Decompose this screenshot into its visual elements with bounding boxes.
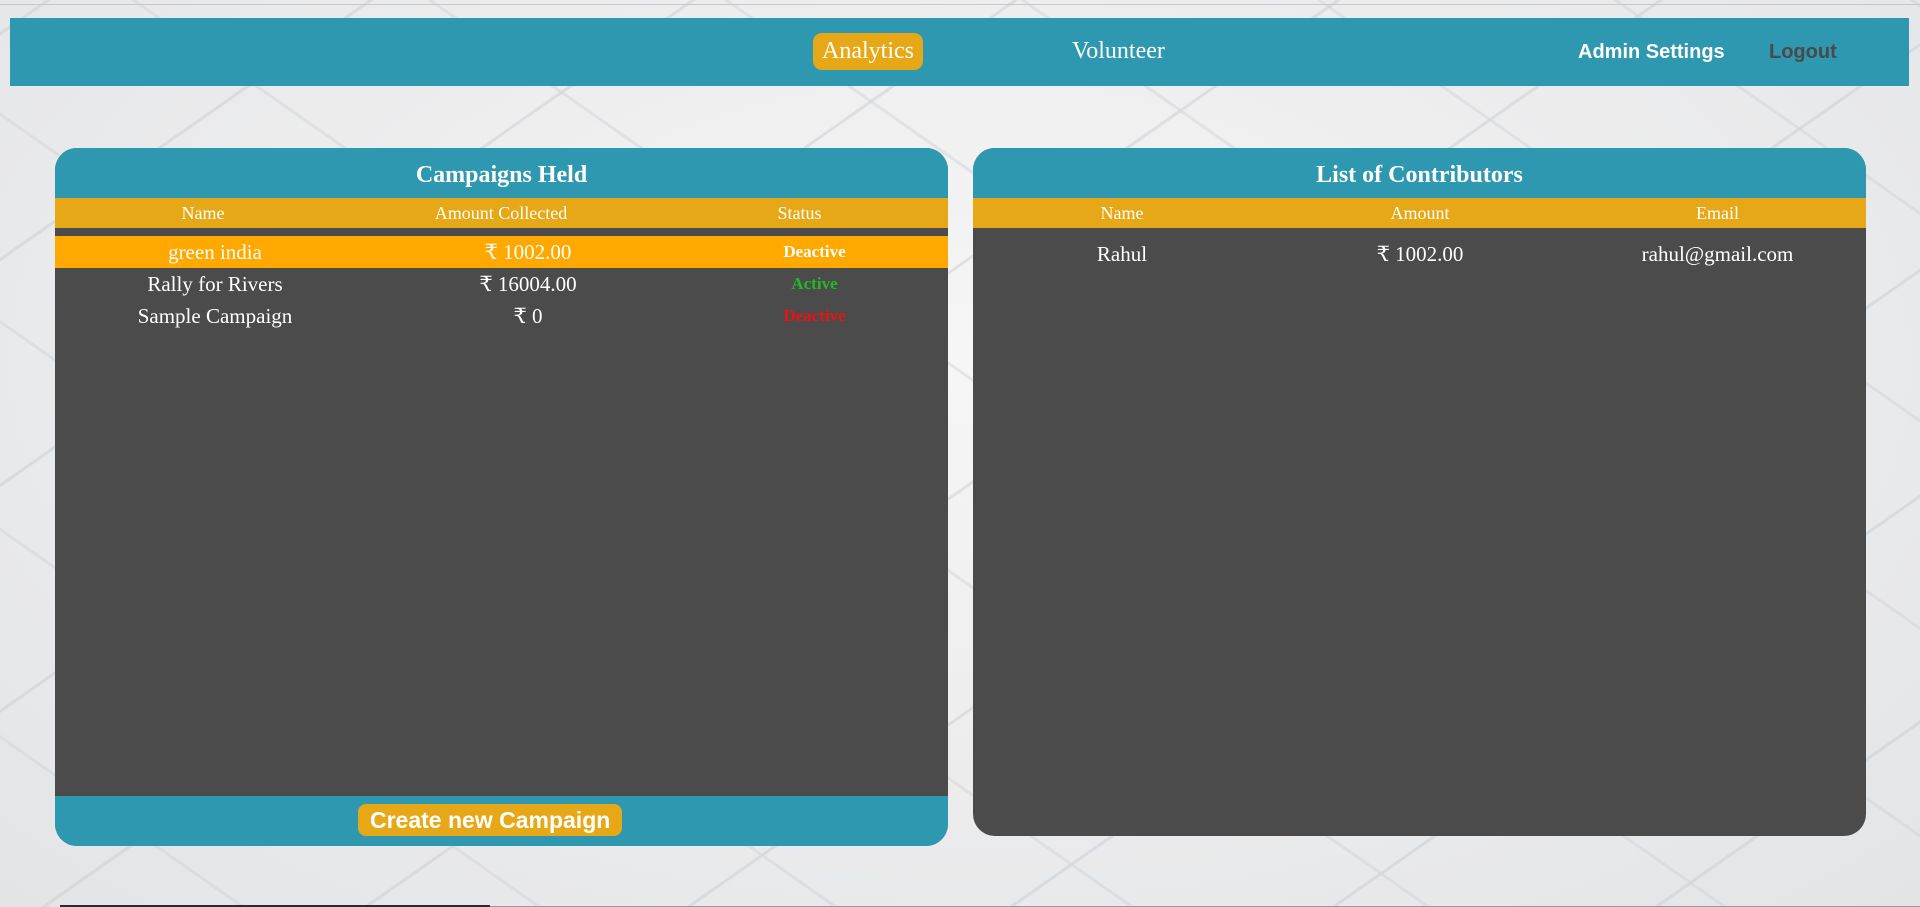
top-navbar: Analytics Volunteer Admin Settings Logou…: [10, 18, 1909, 86]
contributor-email: rahul@gmail.com: [1641, 241, 1794, 266]
campaign-status: Active: [791, 274, 838, 293]
column-header-name: Name: [181, 202, 225, 223]
campaign-amount: ₹ 16004.00: [479, 271, 577, 296]
campaigns-header-row: Name Amount Collected Status: [55, 198, 948, 228]
contributor-amount: ₹ 1002.00: [1376, 241, 1464, 266]
create-campaign-button[interactable]: Create new Campaign: [358, 804, 623, 836]
contributor-row[interactable]: Rahul ₹ 1002.00 rahul@gmail.com: [973, 238, 1866, 270]
column-header-email: Email: [1696, 202, 1739, 223]
campaign-name: Sample Campaign: [137, 303, 293, 328]
contributors-panel: List of Contributors Name Amount Email R…: [973, 148, 1866, 836]
campaign-amount: ₹ 0: [513, 303, 543, 328]
header-gap: [55, 228, 948, 236]
campaigns-footer: Create new Campaign: [55, 796, 948, 846]
campaign-row[interactable]: Rally for Rivers ₹ 16004.00 Active: [55, 268, 948, 300]
column-header-status: Status: [777, 202, 822, 223]
contributors-title: List of Contributors: [973, 148, 1866, 198]
top-rule: [0, 4, 1920, 5]
column-header-amount-collected: Amount Collected: [434, 202, 568, 223]
campaign-amount: ₹ 1002.00: [484, 239, 572, 264]
campaigns-title: Campaigns Held: [55, 148, 948, 198]
nav-volunteer[interactable]: Volunteer: [1072, 33, 1165, 70]
contributors-header-row: Name Amount Email: [973, 198, 1866, 228]
nav-analytics[interactable]: Analytics: [813, 33, 923, 70]
campaign-row[interactable]: Sample Campaign ₹ 0 Deactive: [55, 300, 948, 332]
campaign-name: green india: [168, 239, 262, 264]
column-header-amount: Amount: [1390, 202, 1450, 223]
nav-admin-settings[interactable]: Admin Settings: [1578, 34, 1725, 71]
nav-logout[interactable]: Logout: [1769, 34, 1837, 71]
campaign-row[interactable]: green india ₹ 1002.00 Deactive: [55, 236, 948, 268]
contributor-name: Rahul: [1096, 241, 1148, 266]
campaign-status: Deactive: [783, 242, 846, 261]
campaign-name: Rally for Rivers: [147, 271, 283, 296]
column-header-name: Name: [1100, 202, 1144, 223]
campaigns-panel: Campaigns Held Name Amount Collected Sta…: [55, 148, 948, 846]
campaign-status: Deactive: [783, 306, 846, 325]
